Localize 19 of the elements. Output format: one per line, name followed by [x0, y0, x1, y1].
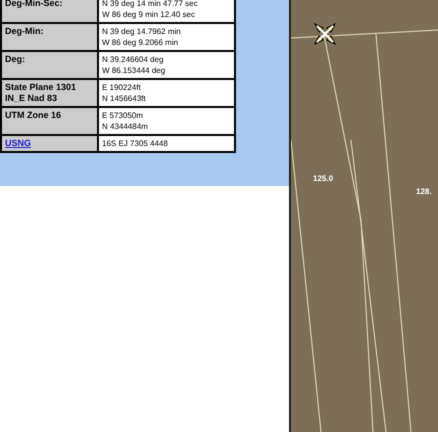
- coordinate-value: W 86.153444 deg: [102, 65, 166, 76]
- elevation-label: 128.: [416, 186, 432, 198]
- usng-link[interactable]: USNG: [5, 138, 32, 148]
- elevation-label: 125.0: [313, 173, 334, 185]
- coordinate-value: 16S EJ 7305 4448: [102, 138, 169, 149]
- coordinate-value: E 573050m: [102, 110, 144, 121]
- coordinate-value: E 190224ft: [102, 82, 142, 93]
- coordinate-value: N 39 deg 14.7962 min: [102, 26, 182, 37]
- coordinate-label: Deg:: [5, 54, 25, 64]
- coordinate-value: N 4344484m: [102, 121, 149, 132]
- coordinate-value: W 86 deg 9 min 12.40 sec: [102, 9, 196, 20]
- coordinate-label: State Plane 1301 IN_E Nad 83: [5, 82, 76, 103]
- coordinate-value: N 1456643ft: [102, 93, 147, 104]
- location-marker-icon: [313, 22, 337, 46]
- coordinate-label: Deg-Min:: [5, 26, 44, 36]
- coordinate-value: W 86 deg 9.2066 min: [102, 37, 180, 48]
- coordinate-label: UTM Zone 16: [5, 110, 62, 120]
- coordinate-value: N 39.246604 deg: [102, 54, 164, 65]
- coordinate-value: N 39 deg 14 min 47.77 sec: [102, 0, 199, 9]
